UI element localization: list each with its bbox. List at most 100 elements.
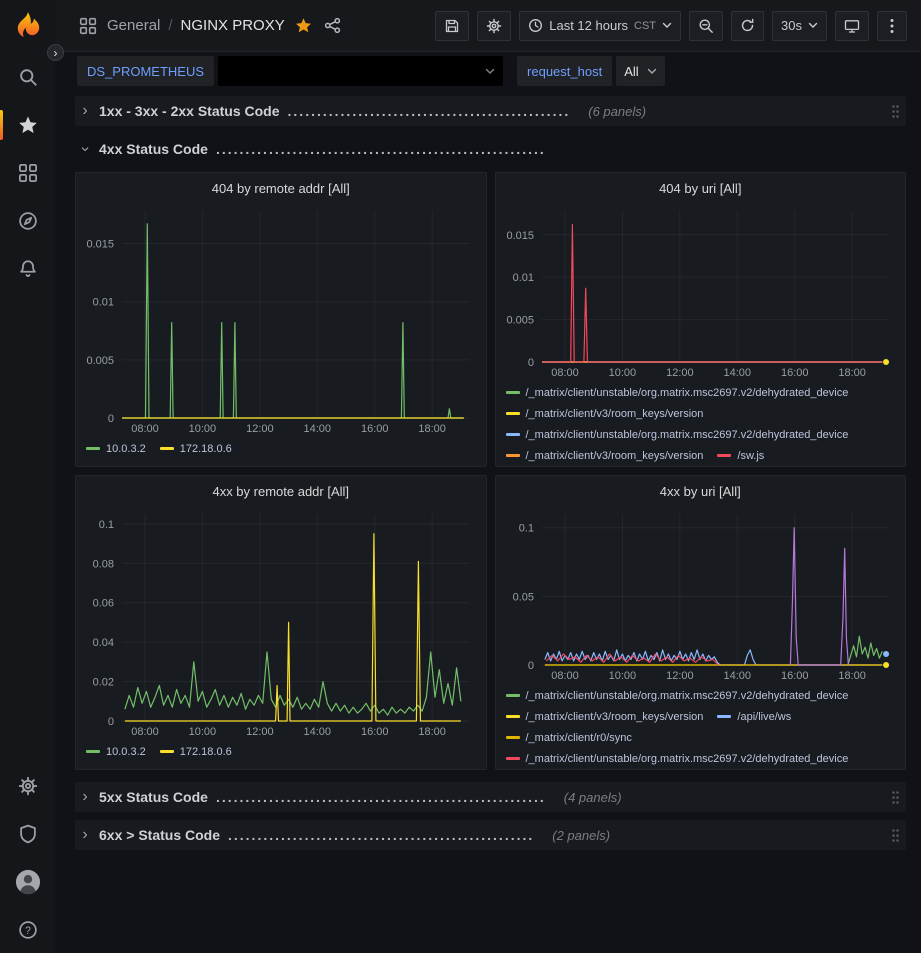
panel-title[interactable]: 404 by uri [All]: [496, 173, 906, 203]
panel-legend: 10.0.3.2 172.18.0.6: [76, 436, 486, 466]
legend-marker: [160, 750, 174, 753]
sidebar-item-starred[interactable]: [0, 108, 55, 142]
svg-text:0.1: 0.1: [99, 519, 114, 531]
sidebar-item-configuration[interactable]: [0, 769, 55, 803]
timezone-label: CST: [634, 20, 656, 32]
more-options-button[interactable]: [877, 11, 907, 41]
legend-marker: [717, 715, 731, 718]
timeseries-chart[interactable]: 08:0010:0012:0014:0016:0018:0000.020.040…: [76, 506, 486, 739]
legend-item[interactable]: /_matrix/client/unstable/org.matrix.msc2…: [506, 748, 849, 769]
grafana-flame-icon: [11, 10, 45, 44]
sidebar-item-alerting[interactable]: [0, 252, 55, 286]
chevron-right-icon: ›: [79, 788, 91, 806]
legend-item[interactable]: /_matrix/client/unstable/org.matrix.msc2…: [506, 382, 849, 403]
compass-icon: [18, 211, 38, 231]
timeseries-chart[interactable]: 08:0010:0012:0014:0016:0018:0000.0050.01…: [496, 203, 906, 380]
panel-title[interactable]: 4xx by uri [All]: [496, 476, 906, 506]
row-1xx-3xx-2xx[interactable]: › 1xx - 3xx - 2xx Status Code ..........…: [75, 96, 906, 126]
panel-title[interactable]: 404 by remote addr [All]: [76, 173, 486, 203]
legend-item[interactable]: /_matrix/client/v3/room_keys/version: [506, 706, 704, 727]
legend-label: /_matrix/client/unstable/org.matrix.msc2…: [526, 429, 849, 441]
row-4xx[interactable]: › 4xx Status Code ......................…: [75, 134, 906, 164]
svg-text:12:00: 12:00: [246, 726, 274, 738]
svg-text:0: 0: [527, 660, 533, 672]
refresh-button[interactable]: [731, 11, 764, 41]
svg-text:14:00: 14:00: [723, 367, 751, 379]
legend-marker: [506, 694, 520, 697]
row-title: 1xx - 3xx - 2xx Status Code: [99, 103, 280, 119]
svg-text:0.015: 0.015: [86, 239, 114, 251]
datasource-variable-label[interactable]: DS_PROMETHEUS: [77, 56, 214, 86]
svg-text:08:00: 08:00: [551, 670, 579, 682]
refresh-interval-picker[interactable]: 30s: [772, 11, 827, 41]
row-title-dots: ........................................…: [288, 103, 571, 119]
svg-text:0.1: 0.1: [518, 523, 533, 535]
legend-item[interactable]: /_matrix/client/unstable/org.matrix.msc2…: [506, 685, 849, 706]
svg-text:10:00: 10:00: [608, 367, 636, 379]
timeseries-chart[interactable]: 08:0010:0012:0014:0016:0018:0000.0050.01…: [76, 203, 486, 436]
sidebar-item-server-admin[interactable]: [0, 817, 55, 851]
share-button[interactable]: [322, 17, 343, 34]
legend-item[interactable]: /_matrix/client/v3/room_keys/version: [506, 403, 704, 424]
row-5xx[interactable]: › 5xx Status Code ......................…: [75, 782, 906, 812]
svg-text:12:00: 12:00: [666, 670, 694, 682]
sidebar-item-profile[interactable]: [0, 865, 55, 899]
datasource-variable-value[interactable]: [218, 56, 503, 86]
legend-item[interactable]: 10.0.3.2: [86, 438, 146, 459]
time-range-label: Last 12 hours: [549, 18, 628, 33]
row-drag-handle[interactable]: [891, 104, 900, 119]
dashboard-settings-button[interactable]: [477, 11, 511, 41]
request-host-variable-label[interactable]: request_host: [517, 56, 612, 86]
sidebar-item-dashboards[interactable]: [0, 156, 55, 190]
svg-text:08:00: 08:00: [131, 423, 159, 435]
legend-item[interactable]: /_matrix/client/unstable/org.matrix.msc2…: [506, 424, 849, 445]
cycle-view-mode-button[interactable]: [835, 11, 869, 41]
save-dashboard-button[interactable]: [435, 11, 469, 41]
panel-title[interactable]: 4xx by remote addr [All]: [76, 476, 486, 506]
search-icon: [18, 67, 38, 87]
zoom-out-button[interactable]: [689, 11, 723, 41]
avatar: [15, 869, 41, 895]
svg-text:14:00: 14:00: [304, 423, 332, 435]
legend-item[interactable]: /_matrix/client/v3/room_keys/version: [506, 445, 704, 466]
legend-item[interactable]: /sw.js: [717, 445, 764, 466]
gear-icon: [18, 776, 38, 796]
chevron-right-icon: ›: [79, 826, 91, 844]
grafana-logo[interactable]: [9, 8, 47, 46]
sidebar-item-help[interactable]: ?: [0, 913, 55, 947]
request-host-variable-value[interactable]: All: [616, 56, 664, 86]
legend-label: 10.0.3.2: [106, 443, 146, 455]
sidebar-expand-button[interactable]: ›: [47, 44, 64, 61]
svg-text:0.05: 0.05: [512, 591, 533, 603]
legend-marker: [160, 447, 174, 450]
favorite-star-button[interactable]: [293, 17, 314, 34]
row-6xx[interactable]: › 6xx > Status Code ....................…: [75, 820, 906, 850]
legend-item[interactable]: /_matrix/client/r0/sync: [506, 727, 632, 748]
dashboard-title[interactable]: NGINX PROXY: [181, 17, 285, 34]
dashboards-folder-button[interactable]: [77, 17, 99, 35]
svg-text:0.04: 0.04: [93, 637, 114, 649]
legend-item[interactable]: 172.18.0.6: [160, 741, 232, 762]
sidebar-item-search[interactable]: [0, 60, 55, 94]
row-panel-count: (2 panels): [552, 828, 610, 843]
legend-label: /_matrix/client/r0/sync: [526, 732, 632, 744]
sidebar-item-explore[interactable]: [0, 204, 55, 238]
row-drag-handle[interactable]: [891, 790, 900, 805]
panel-legend: /_matrix/client/unstable/org.matrix.msc2…: [496, 683, 906, 769]
panels-grid: 404 by remote addr [All] 08:0010:0012:00…: [75, 172, 906, 770]
sidebar-top-nav: [0, 60, 55, 286]
svg-text:0.08: 0.08: [93, 558, 114, 570]
caret-down-icon: [647, 68, 657, 75]
legend-item[interactable]: 172.18.0.6: [160, 438, 232, 459]
legend-item[interactable]: /api/live/ws: [717, 706, 791, 727]
legend-item[interactable]: 10.0.3.2: [86, 741, 146, 762]
time-range-picker[interactable]: Last 12 hours CST: [519, 11, 681, 41]
svg-text:08:00: 08:00: [551, 367, 579, 379]
legend-marker: [506, 757, 520, 760]
legend-label: /api/live/ws: [737, 711, 791, 723]
svg-text:16:00: 16:00: [361, 423, 389, 435]
row-drag-handle[interactable]: [891, 828, 900, 843]
svg-text:0.005: 0.005: [506, 315, 534, 327]
breadcrumb-section[interactable]: General: [107, 17, 160, 34]
timeseries-chart[interactable]: 08:0010:0012:0014:0016:0018:0000.050.1: [496, 506, 906, 683]
